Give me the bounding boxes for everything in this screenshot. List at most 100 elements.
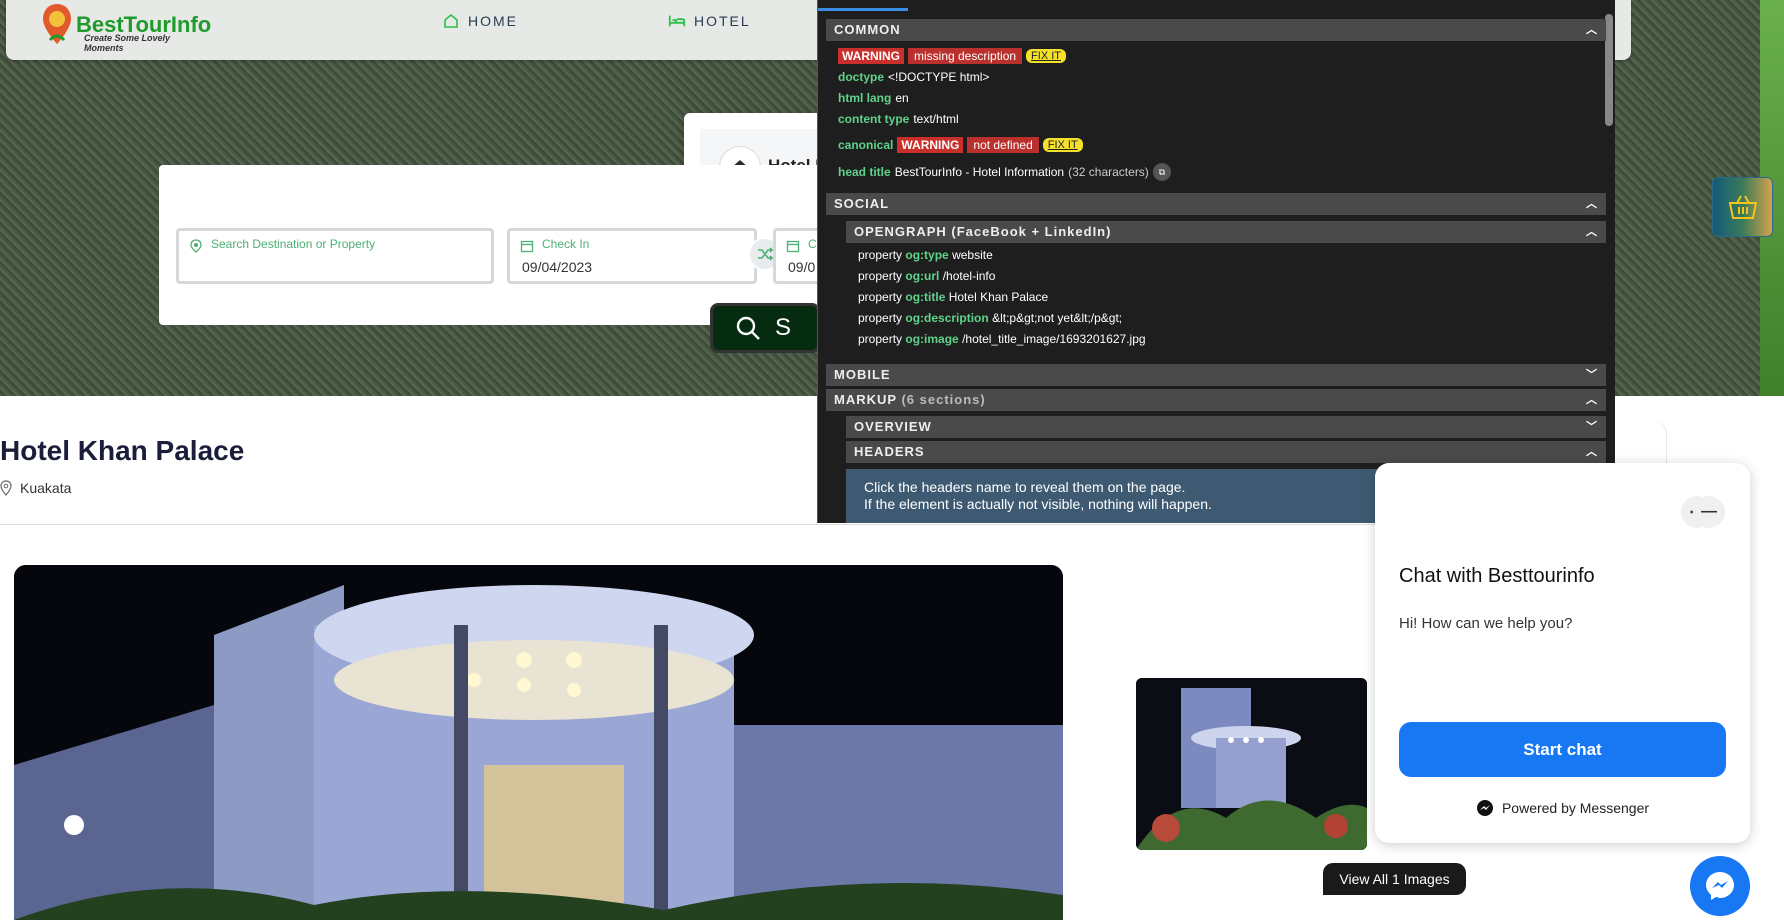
chat-title: Chat with Besttourinfo (1399, 565, 1595, 587)
chevron-up-icon: ︿ (1586, 198, 1598, 210)
devtools-scrollbar[interactable] (1605, 14, 1613, 126)
checkin-field[interactable]: Check In 09/04/2023 (507, 228, 757, 284)
destination-field[interactable]: Search Destination or Property (176, 228, 494, 284)
start-chat-button[interactable]: Start chat (1399, 722, 1726, 777)
view-all-images-button[interactable]: View All 1 Images (1323, 863, 1466, 895)
nav-home[interactable]: HOME (442, 12, 518, 30)
calendar-icon (520, 240, 534, 253)
subsection-headers[interactable]: HEADERS ︿ (846, 441, 1606, 463)
row-head-title: head title BestTourInfo - Hotel Informat… (838, 163, 1171, 181)
og-key: og:url (905, 269, 940, 283)
section-mobile-label: MOBILE (834, 367, 891, 382)
chevron-down-icon: ﹀ (1586, 421, 1598, 433)
minimize-button[interactable]: — (1693, 496, 1725, 528)
markup-count: (6 sections) (901, 392, 986, 407)
nav-hotel[interactable]: HOTEL (668, 12, 751, 30)
site-logo[interactable]: BestTourInfo Create Some Lovely Moments (34, 0, 211, 53)
og-val: website (952, 248, 993, 262)
checkin-value: 09/04/2023 (522, 259, 593, 275)
row-doctype: doctype <!DOCTYPE html> (838, 70, 989, 84)
html-lang-val: en (895, 91, 909, 105)
messenger-launcher-button[interactable] (1690, 856, 1750, 916)
row-html-lang: html lang en (838, 91, 909, 105)
property-label: property (858, 332, 903, 346)
hotel-location-label: Kuakata (20, 480, 72, 496)
checkin-label: Check In (542, 237, 590, 251)
cart-button[interactable] (1712, 177, 1773, 237)
fix-it-button[interactable]: FIX IT (1042, 138, 1083, 152)
section-social-label: SOCIAL (834, 196, 890, 211)
messenger-icon (1706, 872, 1734, 900)
property-label: property (858, 269, 903, 283)
og-val: /hotel_title_image/1693201627.jpg (962, 332, 1146, 346)
subsection-opengraph[interactable]: OPENGRAPH (FaceBook + LinkedIn) ︿ (846, 221, 1606, 243)
content-type-val: text/html (913, 112, 959, 126)
og-prop-row: property og:url /hotel-info (858, 269, 995, 283)
hotel-thumbnail-image (1136, 678, 1367, 850)
canonical-key: canonical (838, 138, 894, 152)
property-label: property (858, 311, 903, 325)
og-prop-row: property og:image /hotel_title_image/169… (858, 332, 1146, 346)
og-key: og:image (905, 332, 959, 346)
section-mobile[interactable]: MOBILE ﹀ (826, 364, 1606, 386)
hotel-location: Kuakata (0, 480, 71, 496)
row-canonical: canonical WARNING not defined FIX IT (838, 137, 1083, 153)
chevron-down-icon: ﹀ (1586, 369, 1598, 381)
fix-it-button[interactable]: FIX IT (1026, 49, 1066, 63)
chat-greeting: Hi! How can we help you? (1399, 615, 1573, 632)
messenger-chat-widget: ⋯ — Chat with Besttourinfo Hi! How can w… (1375, 463, 1750, 843)
og-key: og:description (905, 311, 989, 325)
content-type-key: content type (838, 112, 910, 126)
og-key: og:title (905, 290, 946, 304)
devtools-active-tab[interactable] (818, 8, 908, 11)
row-description-warning: WARNING missing description FIX IT (838, 48, 1066, 64)
warning-badge: WARNING (838, 48, 904, 64)
html-lang-key: html lang (838, 91, 892, 105)
og-val: &lt;p&gt;not yet&lt;/p&gt; (992, 311, 1123, 325)
logo-pin-icon (43, 4, 71, 44)
nav-hotel-label: HOTEL (694, 13, 751, 29)
location-pin-icon (190, 239, 202, 253)
hotel-main-photo[interactable] (14, 565, 1063, 920)
section-social[interactable]: SOCIAL ︿ (826, 193, 1606, 215)
row-content-type: content type text/html (838, 112, 959, 126)
section-markup[interactable]: MARKUP (6 sections) ︿ (826, 389, 1606, 411)
copy-icon[interactable]: ⧉ (1152, 163, 1171, 181)
home-icon (444, 13, 458, 28)
hotel-title: Hotel Khan Palace (0, 435, 245, 466)
search-button-label: S (775, 314, 792, 341)
search-button[interactable]: S (710, 303, 820, 353)
head-title-count: (32 characters) (1068, 165, 1149, 179)
opengraph-label: OPENGRAPH (FaceBook + LinkedIn) (854, 224, 1112, 239)
head-title-key: head title (838, 165, 891, 179)
devtools-toolbar (818, 0, 1615, 18)
warning-message: missing description (908, 48, 1023, 64)
og-prop-row: property og:title Hotel Khan Palace (858, 290, 1048, 304)
chevron-up-icon: ︿ (1586, 446, 1598, 458)
section-markup-label: MARKUP (834, 392, 897, 407)
hotel-thumbnail[interactable] (1136, 678, 1367, 850)
overview-label: OVERVIEW (854, 419, 932, 434)
og-prop-row: property og:type website (858, 248, 993, 262)
head-title-val: BestTourInfo - Hotel Information (894, 165, 1065, 179)
destination-placeholder: Search Destination or Property (211, 237, 376, 251)
search-icon (736, 316, 760, 340)
calendar-icon (786, 240, 800, 253)
property-label: property (858, 248, 903, 262)
section-common[interactable]: COMMON ︿ (826, 19, 1606, 41)
og-key: og:type (905, 248, 949, 262)
chevron-up-icon: ︿ (1586, 394, 1598, 406)
seo-devtools-panel: COMMON ︿ WARNING missing description FIX … (817, 0, 1615, 523)
doctype-val: <!DOCTYPE html> (888, 70, 990, 84)
shuffle-icon (758, 247, 774, 261)
subsection-overview[interactable]: OVERVIEW ﹀ (846, 416, 1606, 438)
section-common-label: COMMON (834, 22, 901, 37)
warning-badge: WARNING (897, 137, 964, 153)
logo-tagline: Create Some Lovely Moments (84, 33, 171, 53)
warning-message: not defined (967, 137, 1039, 153)
powered-by: Powered by Messenger (1375, 799, 1750, 817)
basket-icon (1728, 195, 1757, 219)
og-prop-row: property og:description &lt;p&gt;not yet… (858, 311, 1122, 325)
powered-by-label: Powered by Messenger (1501, 800, 1650, 816)
bed-icon (668, 15, 686, 27)
